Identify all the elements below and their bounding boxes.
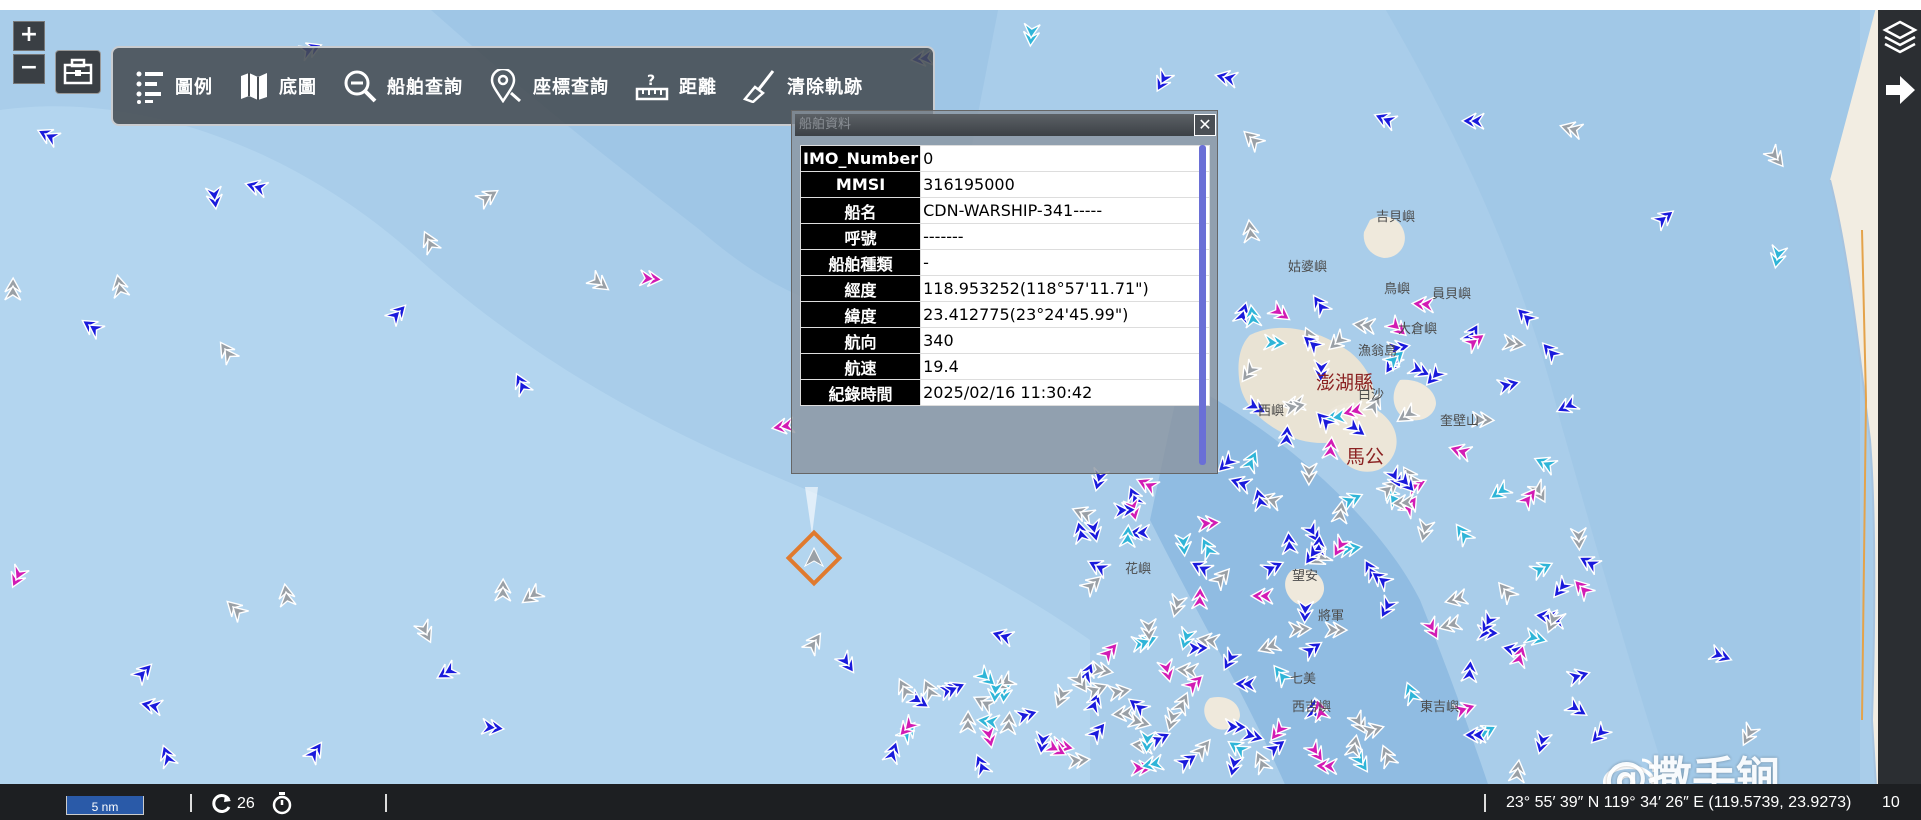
map-place-label: 姑婆嶼 xyxy=(1288,260,1328,275)
map-place-label: 東吉嶼 xyxy=(1420,700,1460,715)
ship-info-table: IMO_Number 0 MMSI 316195000 船名 CDN-WARSHIP-… xyxy=(799,145,1211,406)
list-icon xyxy=(136,71,163,104)
distance-label: 距離 xyxy=(679,77,717,98)
toolbox-button[interactable] xyxy=(55,50,101,94)
map-icon xyxy=(241,73,267,100)
map-place-label: 七美 xyxy=(1290,672,1317,687)
ruler-icon: ? xyxy=(635,73,669,101)
ship-info-title[interactable]: 船舶資料 xyxy=(795,114,1195,136)
expand-panel-button[interactable] xyxy=(1882,72,1918,108)
field-value: 316195000 xyxy=(920,171,1211,198)
coordinate-search-label: 座標查詢 xyxy=(533,77,609,98)
map-place-label: 大倉嶼 xyxy=(1398,322,1438,337)
field-key: 紀錄時間 xyxy=(799,379,922,406)
divider xyxy=(1484,794,1486,812)
clear-track-label: 清除軌跡 xyxy=(787,77,863,98)
map-place-label: 鳥嶼 xyxy=(1384,282,1411,297)
legend-button[interactable]: 圖例 xyxy=(135,68,213,104)
field-key: 航向 xyxy=(799,327,922,354)
divider xyxy=(385,794,387,812)
field-key: 船舶種類 xyxy=(799,249,922,276)
location-search-icon xyxy=(490,69,521,103)
field-value: CDN-WARSHIP-341----- xyxy=(920,197,1211,224)
map-place-label: 花嶼 xyxy=(1125,562,1152,577)
scale-bar: 5 nm xyxy=(66,796,144,815)
close-button[interactable]: ✕ xyxy=(1194,114,1216,136)
zoom-in-button[interactable]: + xyxy=(13,21,45,51)
field-key: 航速 xyxy=(799,353,922,380)
map-place-label: 白沙 xyxy=(1358,388,1385,403)
field-value: ------- xyxy=(920,223,1211,250)
field-value: 23.412775(23°24'45.99") xyxy=(920,301,1211,328)
refresh-count: 26 xyxy=(237,795,255,812)
toolbox-icon xyxy=(63,58,93,85)
divider xyxy=(190,794,192,812)
arrow-right-icon xyxy=(1886,76,1915,104)
scrollbar[interactable] xyxy=(1199,145,1206,465)
broom-icon xyxy=(743,70,775,103)
map-place-label: 西吉嶼 xyxy=(1292,700,1332,715)
map-place-label: 吉貝嶼 xyxy=(1376,210,1416,225)
table-row: IMO_Number 0 xyxy=(799,145,1211,172)
field-key: 船名 xyxy=(799,197,922,224)
layers-button[interactable] xyxy=(1882,18,1918,58)
field-value: 0 xyxy=(920,145,1211,172)
field-key: 緯度 xyxy=(799,301,922,328)
table-row: 呼號 ------- xyxy=(799,223,1211,250)
map-place-label: 漁翁島 xyxy=(1358,344,1398,359)
table-row: 船名 CDN-WARSHIP-341----- xyxy=(799,197,1211,224)
field-value: 2025/02/16 11:30:42 xyxy=(920,379,1211,406)
field-value: - xyxy=(920,249,1211,276)
map-place-label: 將軍 xyxy=(1318,609,1345,624)
ship-search-button[interactable]: 船舶查詢 xyxy=(343,69,463,103)
layers-icon xyxy=(1882,20,1918,54)
field-value: 340 xyxy=(920,327,1211,354)
timer-icon[interactable] xyxy=(271,791,293,815)
distance-button[interactable]: ? 距離 xyxy=(635,71,717,101)
zoom-out-button[interactable]: − xyxy=(13,54,45,84)
cursor-coordinates: 23° 55′ 39″ N 119° 34′ 26″ E (119.5739, … xyxy=(1506,794,1852,811)
field-key: 經度 xyxy=(799,275,922,302)
ship-info-panel: 船舶資料 ✕ IMO_Number 0 MMSI 316195000 船名 CDN-W… xyxy=(791,110,1218,474)
svg-text:?: ? xyxy=(647,73,655,89)
basemap-button[interactable]: 底圖 xyxy=(239,71,317,101)
table-row: 航速 19.4 xyxy=(799,353,1211,380)
clear-track-button[interactable]: 清除軌跡 xyxy=(743,69,863,103)
right-side-panel xyxy=(1878,10,1921,785)
refresh-icon[interactable] xyxy=(211,792,233,814)
table-row: 航向 340 xyxy=(799,327,1211,354)
map-place-label: 員貝嶼 xyxy=(1432,287,1472,302)
zoom-search-icon xyxy=(344,70,377,103)
table-row: 船舶種類 - xyxy=(799,249,1211,276)
coordinate-search-button[interactable]: 座標查詢 xyxy=(489,69,609,103)
map-place-label: 西嶼 xyxy=(1258,404,1285,419)
field-key: 呼號 xyxy=(799,223,922,250)
field-key: IMO_Number xyxy=(799,145,922,172)
field-value: 118.953252(118°57'11.71") xyxy=(920,275,1211,302)
legend-label: 圖例 xyxy=(175,77,213,98)
table-row: 紀錄時間 2025/02/16 11:30:42 xyxy=(799,379,1211,406)
status-tail-value: 10 xyxy=(1882,794,1900,811)
table-row: 經度 118.953252(118°57'11.71") xyxy=(799,275,1211,302)
map-place-label: 望安 xyxy=(1292,569,1319,584)
table-row: MMSI 316195000 xyxy=(799,171,1211,198)
field-key: MMSI xyxy=(799,171,922,198)
table-row: 緯度 23.412775(23°24'45.99") xyxy=(799,301,1211,328)
basemap-label: 底圖 xyxy=(279,77,317,98)
ship-search-label: 船舶查詢 xyxy=(387,77,463,98)
map-place-label: 馬公 xyxy=(1346,446,1385,468)
field-value: 19.4 xyxy=(920,353,1211,380)
map-place-label: 奎壁山 xyxy=(1440,414,1480,429)
status-bar: 5 nm 26 23° 55′ 39″ N 119° 34′ 26″ E (11… xyxy=(0,784,1921,820)
